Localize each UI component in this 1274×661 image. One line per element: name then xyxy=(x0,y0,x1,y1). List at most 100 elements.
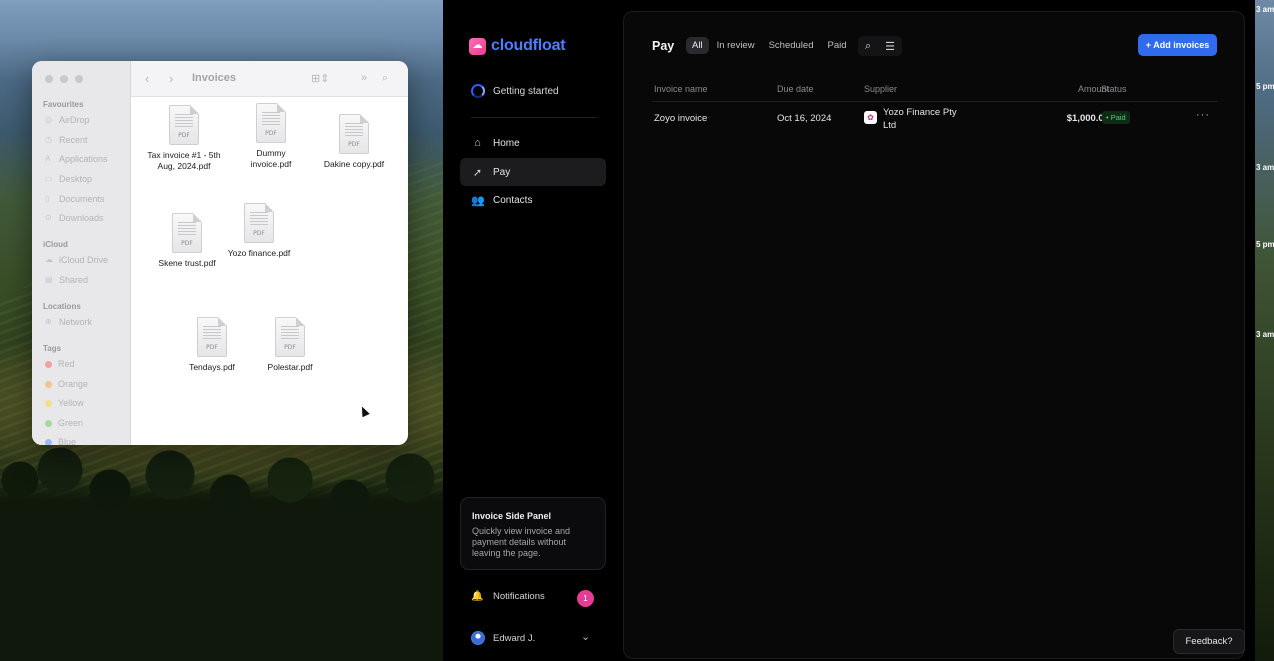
tag-dot-icon xyxy=(45,419,52,427)
finder-file-grid: PDF Tax invoice #1 - 5th Aug, 2024.pdf P… xyxy=(131,97,408,445)
side-panel-description: Quickly view invoice and payment details… xyxy=(472,526,571,558)
brand-logo[interactable]: ☁ cloudfloat xyxy=(469,37,566,55)
status-badge: • Paid xyxy=(1102,111,1130,124)
sidebar-item-airdrop[interactable]: ◎ AirDrop xyxy=(45,115,90,125)
home-icon: ⌂ xyxy=(474,137,481,149)
user-menu[interactable]: Edward J. ⌄ xyxy=(471,631,595,645)
page-title: Pay xyxy=(652,39,675,53)
tag-dot-icon xyxy=(45,399,52,407)
wallpaper-trees xyxy=(0,440,460,661)
sidebar-item-applications[interactable]: A Applications xyxy=(45,154,108,164)
side-panel-title: Invoice Side Panel xyxy=(472,511,552,521)
sidebar-section-locations: Locations xyxy=(43,302,81,311)
sidebar-section-tags: Tags xyxy=(43,344,62,353)
sidebar-item-documents[interactable]: ▯ Documents xyxy=(45,194,105,204)
bell-icon: 🔔 xyxy=(471,591,484,602)
sidebar-section-icloud: iCloud xyxy=(43,240,68,249)
finder-sidebar: Favourites ◎ AirDrop ◷ Recent A Application… xyxy=(32,61,131,445)
close-window-button[interactable] xyxy=(45,75,53,83)
pay-icon: ➚ xyxy=(472,166,483,179)
nav-label: Home xyxy=(493,137,520,149)
sidebar-tag-yellow[interactable]: Yellow xyxy=(45,398,84,408)
sidebar-item-recent[interactable]: ◷ Recent xyxy=(45,135,88,145)
edge-time: 5 pm xyxy=(1256,240,1274,249)
pdf-file-icon: PDF xyxy=(169,105,199,145)
contacts-icon: 👥 xyxy=(471,194,485,207)
file-item[interactable]: PDF Dakine copy.pdf xyxy=(314,114,394,170)
finder-toolbar: ‹ › Invoices ⊞⇕ » ⌕ xyxy=(131,61,408,97)
sidebar-item-icloud-drive[interactable]: ☁ iCloud Drive xyxy=(45,255,108,265)
finder-window[interactable]: Favourites ◎ AirDrop ◷ Recent A Application… xyxy=(32,61,408,445)
shared-folder-icon: ▤ xyxy=(45,275,53,284)
more-options-icon[interactable]: » xyxy=(361,72,367,84)
sidebar-tag-blue[interactable]: Blue xyxy=(45,437,76,445)
file-item[interactable]: PDF Tendays.pdf xyxy=(172,317,252,373)
nav-label: Pay xyxy=(493,166,511,178)
getting-started-label: Getting started xyxy=(493,85,559,97)
supplier-logo-icon: ✿ xyxy=(864,111,877,124)
forward-button[interactable]: › xyxy=(169,71,173,86)
table-header: Invoice name Due date Supplier Amount St… xyxy=(654,78,1219,102)
sidebar-item-desktop[interactable]: ▭ Desktop xyxy=(45,174,92,184)
tab-paid[interactable]: Paid xyxy=(821,37,852,54)
desktop-edge: 3 am 5 pm 3 am 5 pm 3 am xyxy=(1255,0,1274,661)
feedback-button[interactable]: Feedback? xyxy=(1173,629,1245,654)
file-name: Tax invoice #1 - 5th Aug, 2024.pdf xyxy=(147,150,221,171)
column-header[interactable]: Status xyxy=(1101,84,1127,94)
finder-title: Invoices xyxy=(192,72,237,84)
back-button[interactable]: ‹ xyxy=(145,71,149,86)
column-header[interactable]: Due date xyxy=(777,84,814,94)
pdf-file-icon: PDF xyxy=(197,317,227,357)
tab-all[interactable]: All xyxy=(686,36,709,54)
search-icon[interactable]: ⌕ xyxy=(865,40,871,53)
pdf-file-icon: PDF xyxy=(172,213,202,253)
table-row[interactable]: Zoyo invoice Oct 16, 2024 ✿ Yozo Finance… xyxy=(654,105,1219,137)
notifications-button[interactable]: 🔔 Notifications 1 xyxy=(471,590,596,607)
sidebar-item-pay[interactable]: ➚ Pay xyxy=(460,158,606,186)
desktop-icon: ▭ xyxy=(45,174,53,183)
search-icon[interactable]: ⌕ xyxy=(382,72,388,85)
view-grid-icon[interactable]: ⊞⇕ xyxy=(311,72,329,85)
add-invoices-button[interactable]: + Add invoices xyxy=(1138,34,1217,56)
sidebar-item-contacts[interactable]: 👥 Contacts xyxy=(460,186,606,214)
getting-started-link[interactable]: Getting started xyxy=(471,84,559,98)
cloud-logo-icon: ☁ xyxy=(469,37,486,55)
invoice-side-panel-card[interactable]: Invoice Side Panel Quickly view invoice … xyxy=(460,497,606,570)
sidebar-tag-red[interactable]: Red xyxy=(45,359,75,369)
download-icon: ⊙ xyxy=(45,213,52,222)
file-item[interactable]: PDF Dummy invoice.pdf xyxy=(231,103,311,170)
zoom-window-button[interactable] xyxy=(75,75,83,83)
file-item[interactable]: PDF Tax invoice #1 - 5th Aug, 2024.pdf xyxy=(144,105,224,172)
chevron-down-icon[interactable]: ⌄ xyxy=(581,630,590,643)
tag-dot-icon xyxy=(45,380,52,388)
minimize-window-button[interactable] xyxy=(60,75,68,83)
status-filter-tabs: All In review Scheduled Paid xyxy=(686,35,853,55)
pdf-file-icon: PDF xyxy=(275,317,305,357)
sidebar-item-home[interactable]: ⌂ Home xyxy=(460,129,606,157)
column-header[interactable]: Supplier xyxy=(864,84,897,94)
sidebar-item-downloads[interactable]: ⊙ Downloads xyxy=(45,213,104,223)
cloudfloat-app: ☁ cloudfloat Getting started ⌂ Home ➚ Pa… xyxy=(443,0,1255,661)
filter-sliders-icon[interactable]: ☰ xyxy=(885,40,895,53)
file-item[interactable]: PDF Polestar.pdf xyxy=(250,317,330,373)
tab-in-review[interactable]: In review xyxy=(711,37,761,54)
pdf-file-icon: PDF xyxy=(256,103,286,143)
file-name: Skene trust.pdf xyxy=(158,258,216,268)
sidebar-item-network[interactable]: ⊕ Network xyxy=(45,317,92,327)
table-divider xyxy=(652,101,1218,102)
due-date-cell: Oct 16, 2024 xyxy=(777,113,832,124)
more-actions-icon[interactable]: ··· xyxy=(1196,109,1210,121)
tab-scheduled[interactable]: Scheduled xyxy=(763,37,820,54)
file-name: Tendays.pdf xyxy=(189,362,235,372)
sidebar-item-shared[interactable]: ▤ Shared xyxy=(45,275,88,285)
pdf-file-icon: PDF xyxy=(244,203,274,243)
app-sidebar: ☁ cloudfloat Getting started ⌂ Home ➚ Pa… xyxy=(443,0,621,661)
network-icon: ⊕ xyxy=(45,317,52,326)
sidebar-tag-green[interactable]: Green xyxy=(45,418,83,428)
column-header[interactable]: Invoice name xyxy=(654,84,708,94)
file-item[interactable]: PDF Skene trust.pdf xyxy=(147,213,227,269)
file-item[interactable]: PDF Yozo finance.pdf xyxy=(219,203,299,259)
brand-name: cloudfloat xyxy=(491,37,566,54)
supplier-cell: Yozo Finance Pty Ltd xyxy=(883,107,957,131)
sidebar-tag-orange[interactable]: Orange xyxy=(45,379,88,389)
